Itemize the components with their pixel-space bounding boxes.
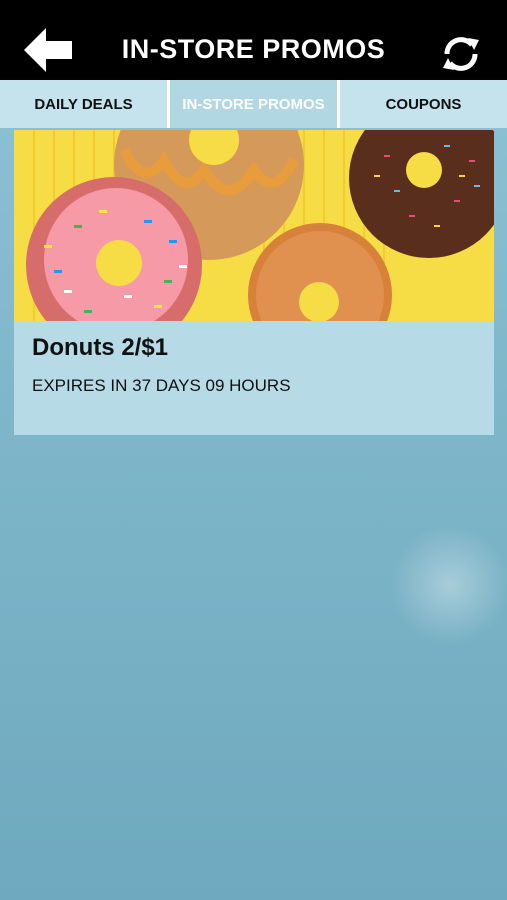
promo-image [14,130,494,321]
page-title: IN-STORE PROMOS [121,34,386,64]
tab-in-store-promos[interactable]: IN-STORE PROMOS [170,80,340,128]
promo-card[interactable]: Donuts 2/$1 EXPIRES IN 37 DAYS 09 HOURS [14,130,494,435]
refresh-icon[interactable] [441,36,481,72]
tab-bar: DAILY DEALS IN-STORE PROMOS COUPONS [0,80,507,128]
tab-daily-deals[interactable]: DAILY DEALS [0,80,170,128]
promo-title: Donuts 2/$1 [32,334,169,361]
top-bar: IN-STORE PROMOS [0,0,507,80]
promo-expiry: EXPIRES IN 37 DAYS 09 HOURS [32,376,291,395]
tab-coupons[interactable]: COUPONS [340,80,507,128]
